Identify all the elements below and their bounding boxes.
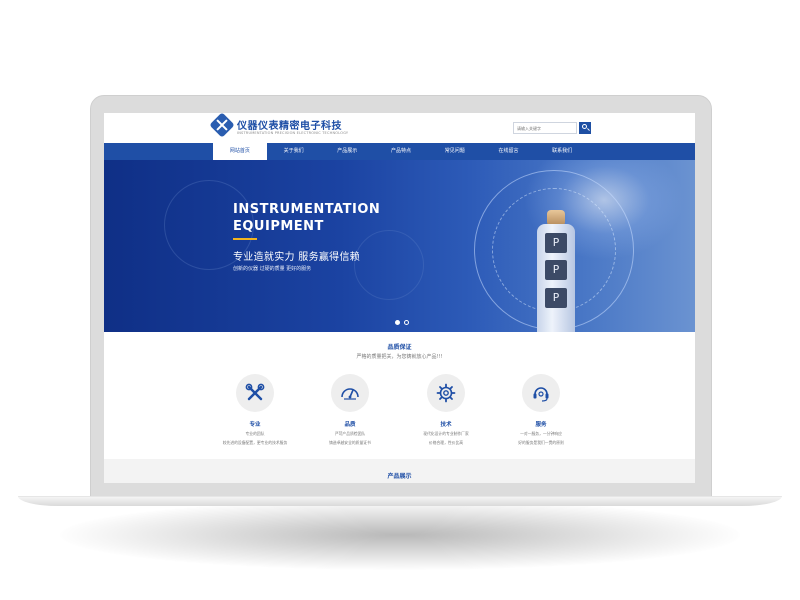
feature-desc: 现代化设计的专业制作厂家 [423,431,469,436]
nav-items: 网站首页 关于我们 产品展示 产品特点 常见问题 在线留言 联系我们 [213,143,589,160]
logo-subtitle: INSTRUMENTATION PRECISION ELECTRONIC TEC… [237,131,349,135]
device-button: P [545,260,567,280]
feature-desc: 一对一服务，一分钟响应 [520,431,562,436]
products-section: 产品展示 [104,459,695,483]
feature-icon-circle [331,374,369,412]
laptop-screen: 仪器仪表精密电子科技 INSTRUMENTATION PRECISION ELE… [104,113,695,483]
feature-desc: 较先进的设备配置，更专业的技术服务 [222,439,288,445]
tools-icon [245,383,265,401]
banner-accent-bar [233,238,257,240]
gear-icon [436,383,456,403]
nav-item-features[interactable]: 产品特点 [374,143,428,160]
gauge-icon [341,388,359,400]
feature-icon-circle [427,374,465,412]
feature-desc: 价格合理，性价比高 [428,439,464,445]
feature-quality[interactable]: 品质 严苛产品质检团队 铸造卓越安全的质量证书 [310,374,390,445]
feature-service[interactable]: 服务 一对一服务，一分钟响应 好的服务是我们一贯的原则 [501,374,581,445]
main-nav: 网站首页 关于我们 产品展示 产品特点 常见问题 在线留言 联系我们 [104,143,695,160]
banner-title-line2: EQUIPMENT [233,219,324,234]
site-header: 仪器仪表精密电子科技 INSTRUMENTATION PRECISION ELE… [104,113,695,143]
search-button[interactable] [579,122,591,134]
logo-icon[interactable] [209,113,235,138]
feature-title: 服务 [535,422,547,428]
feature-title: 专业 [249,422,261,428]
feature-desc: 专业的团队 [245,431,265,436]
banner-subslogan: 创新的仪器 过硬的质量 更好的服务 [233,266,312,272]
feature-title: 技术 [440,422,452,428]
feature-professional[interactable]: 专业 专业的团队 较先进的设备配置，更专业的技术服务 [215,374,295,445]
feature-icon-circle [236,374,274,412]
feature-desc: 好的服务是我们一贯的原则 [518,439,564,445]
section-title: 品质保证 [387,344,412,351]
feature-desc: 严苛产品质检团队 [334,431,366,436]
search-input[interactable] [513,122,577,134]
carousel-dot[interactable] [404,320,409,325]
feature-desc: 铸造卓越安全的质量证书 [329,439,371,445]
carousel-dot-active[interactable] [395,320,400,325]
products-title: 产品展示 [387,473,412,480]
stage: 仪器仪表精密电子科技 INSTRUMENTATION PRECISION ELE… [0,0,800,600]
feature-title: 品质 [344,422,356,428]
feature-icon-circle [522,374,560,412]
nav-item-faq[interactable]: 常见问题 [428,143,482,160]
laptop-shadow [60,500,740,570]
device-button: P [545,233,567,253]
nav-item-products[interactable]: 产品展示 [320,143,374,160]
nav-item-message[interactable]: 在线留言 [482,143,536,160]
feature-technology[interactable]: 技术 现代化设计的专业制作厂家 价格合理，性价比高 [406,374,486,445]
nav-item-contact[interactable]: 联系我们 [535,143,589,160]
hero-banner[interactable]: P P P INSTRUMENTATION EQUIPMENT 专业造就实力 服… [104,160,695,332]
decor-ring [354,230,424,300]
search-icon [582,124,587,129]
logo-title[interactable]: 仪器仪表精密电子科技 [237,117,342,132]
nav-item-home[interactable]: 网站首页 [213,143,267,160]
carousel-dots [395,320,413,326]
laptop-base [18,496,782,506]
section-subtitle: 严格的质量把关，为您铸就放心产品!!! [356,354,443,360]
device-button: P [545,288,567,308]
service-icon [533,387,549,402]
banner-title-line1: INSTRUMENTATION [233,202,381,217]
banner-slogan: 专业造就实力 服务赢得信赖 [233,252,361,263]
nav-item-about[interactable]: 关于我们 [267,143,321,160]
